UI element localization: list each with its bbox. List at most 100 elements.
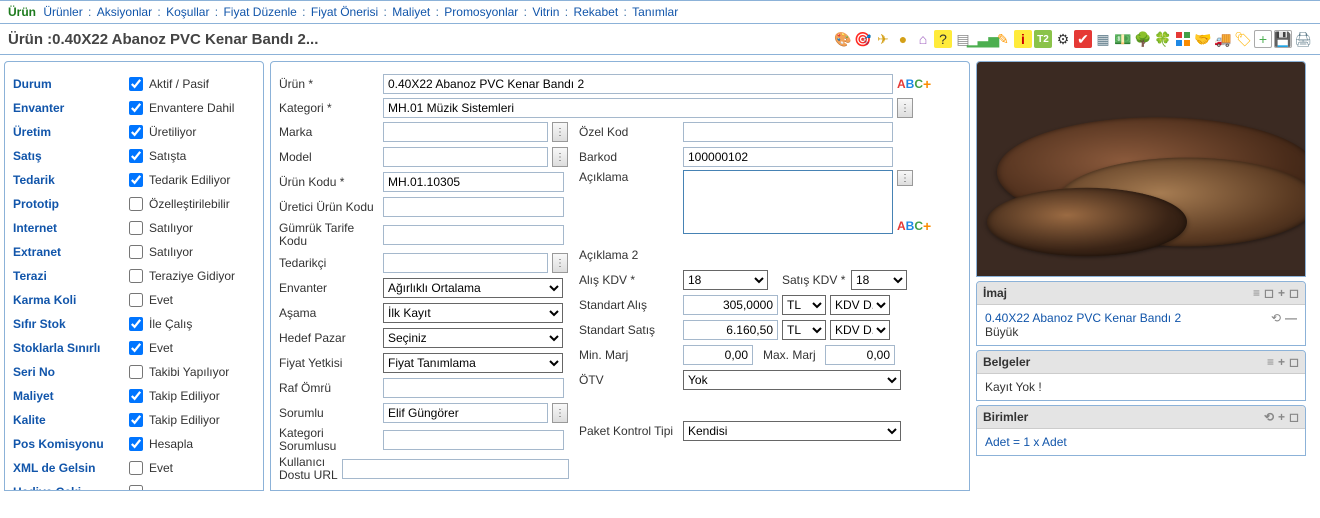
ozelkod-input[interactable] (683, 122, 893, 142)
tool-print-icon[interactable]: 🖨 (1294, 30, 1312, 48)
aciklama-expand-icon[interactable]: ⋮ (897, 170, 913, 186)
marka-lookup-icon[interactable]: ⋮ (552, 122, 568, 142)
std-satis-type-select[interactable]: KDV D. (830, 320, 890, 340)
urun-input[interactable] (383, 74, 893, 94)
tool-tree-icon[interactable]: 🌳 (1134, 30, 1152, 48)
left-label-2[interactable]: Üretim (13, 125, 123, 139)
left-label-6[interactable]: Internet (13, 221, 123, 235)
uretici-kodu-input[interactable] (383, 197, 564, 217)
std-alis-curr-select[interactable]: TL (782, 295, 826, 315)
belgeler-list-icon[interactable] (1267, 355, 1274, 369)
left-checkbox-0[interactable] (129, 77, 143, 91)
nav-urunler[interactable]: Ürünler (43, 5, 82, 19)
tool-save-icon[interactable]: 💾 (1274, 30, 1292, 48)
left-checkbox-15[interactable] (129, 437, 143, 451)
tool-leaf-icon[interactable]: 🍀 (1154, 30, 1172, 48)
tool-wand-icon[interactable]: ✎ (994, 30, 1012, 48)
sorumlu-lookup-icon[interactable]: ⋮ (552, 403, 568, 423)
left-checkbox-8[interactable] (129, 269, 143, 283)
imaj-refresh-icon[interactable] (1271, 311, 1281, 325)
left-checkbox-2[interactable] (129, 125, 143, 139)
kategori-input[interactable] (383, 98, 893, 118)
left-checkbox-4[interactable] (129, 173, 143, 187)
tool-lifebuoy-icon[interactable]: ⚙ (1054, 30, 1072, 48)
belgeler-plus-icon[interactable]: + (1278, 355, 1285, 369)
left-checkbox-17[interactable] (129, 485, 143, 491)
alis-kdv-select[interactable]: 18 (683, 270, 768, 290)
aciklama-textarea[interactable] (683, 170, 893, 234)
model-input[interactable] (383, 147, 548, 167)
url-input[interactable] (342, 459, 569, 479)
std-satis-input[interactable] (683, 320, 778, 340)
nav-aksiyonlar[interactable]: Aksiyonlar (97, 5, 152, 19)
left-checkbox-6[interactable] (129, 221, 143, 235)
left-checkbox-9[interactable] (129, 293, 143, 307)
tool-info-icon[interactable]: i (1014, 30, 1032, 48)
nav-fiyat-onerisi[interactable]: Fiyat Önerisi (311, 5, 378, 19)
left-label-17[interactable]: Hediye Çeki (13, 485, 123, 491)
tool-grid-icon[interactable] (1174, 30, 1192, 48)
nav-rekabet[interactable]: Rekabet (573, 5, 618, 19)
satis-kdv-select[interactable]: 18 (851, 270, 907, 290)
tool-help-icon[interactable]: ? (934, 30, 952, 48)
birimler-refresh-icon[interactable] (1264, 410, 1274, 424)
tedarikci-input[interactable] (383, 253, 548, 273)
left-checkbox-5[interactable] (129, 197, 143, 211)
abc-icon[interactable]: ABC+ (897, 76, 931, 92)
sorumlu-input[interactable] (383, 403, 548, 423)
left-label-5[interactable]: Prototip (13, 197, 123, 211)
left-label-0[interactable]: Durum (13, 77, 123, 91)
left-label-7[interactable]: Extranet (13, 245, 123, 259)
left-checkbox-12[interactable] (129, 365, 143, 379)
imaj-link[interactable]: 0.40X22 Abanoz PVC Kenar Bandı 2 (985, 311, 1181, 325)
tool-add-icon[interactable]: + (1254, 30, 1272, 48)
nav-urun[interactable]: Ürün (8, 5, 36, 19)
tool-palette-icon[interactable]: 🎨 (834, 30, 852, 48)
std-satis-curr-select[interactable]: TL (782, 320, 826, 340)
envanter-select[interactable]: Ağırlıklı Ortalama (383, 278, 563, 298)
left-label-4[interactable]: Tedarik (13, 173, 123, 187)
tool-check-icon[interactable]: ✔ (1074, 30, 1092, 48)
left-checkbox-16[interactable] (129, 461, 143, 475)
urun-kodu-input[interactable] (383, 172, 564, 192)
left-label-8[interactable]: Terazi (13, 269, 123, 283)
left-checkbox-7[interactable] (129, 245, 143, 259)
left-checkbox-14[interactable] (129, 413, 143, 427)
tool-truck-icon[interactable]: 🚚 (1214, 30, 1232, 48)
belgeler-box-icon[interactable] (1289, 355, 1299, 369)
marka-input[interactable] (383, 122, 548, 142)
left-checkbox-11[interactable] (129, 341, 143, 355)
tool-coin-icon[interactable]: ● (894, 30, 912, 48)
tool-tag-icon[interactable]: 🏷 (1234, 30, 1252, 48)
tedarikci-lookup-icon[interactable]: ⋮ (552, 253, 568, 273)
nav-kosullar[interactable]: Koşullar (166, 5, 209, 19)
tool-handshake-icon[interactable]: 🤝 (1194, 30, 1212, 48)
tool-money-icon[interactable]: 💵 (1114, 30, 1132, 48)
imaj-plus-icon[interactable]: + (1278, 286, 1285, 300)
tool-list-icon[interactable]: ▦ (1094, 30, 1112, 48)
model-lookup-icon[interactable]: ⋮ (552, 147, 568, 167)
nav-vitrin[interactable]: Vitrin (532, 5, 559, 19)
birimler-box-icon[interactable] (1289, 410, 1299, 424)
paket-select[interactable]: Kendisi (683, 421, 901, 441)
left-label-12[interactable]: Seri No (13, 365, 123, 379)
left-checkbox-1[interactable] (129, 101, 143, 115)
otv-select[interactable]: Yok (683, 370, 901, 390)
abc-icon-2[interactable]: ABC+ (897, 218, 931, 234)
nav-tanimlar[interactable]: Tanımlar (632, 5, 678, 19)
imaj-minus-icon[interactable] (1285, 311, 1297, 325)
yetki-select[interactable]: Fiyat Tanımlama (383, 353, 563, 373)
left-label-15[interactable]: Pos Komisyonu (13, 437, 123, 451)
min-marj-input[interactable] (683, 345, 753, 365)
tool-send-icon[interactable]: ✈ (874, 30, 892, 48)
max-marj-input[interactable] (825, 345, 895, 365)
left-checkbox-3[interactable] (129, 149, 143, 163)
std-alis-input[interactable] (683, 295, 778, 315)
left-label-10[interactable]: Sıfır Stok (13, 317, 123, 331)
imaj-box2-icon[interactable] (1289, 286, 1299, 300)
tool-chart-icon[interactable]: ▁▃▅ (974, 30, 992, 48)
left-label-1[interactable]: Envanter (13, 101, 123, 115)
imaj-list-icon[interactable] (1253, 286, 1260, 300)
hedef-select[interactable]: Seçiniz (383, 328, 563, 348)
kategori-lookup-icon[interactable]: ⋮ (897, 98, 913, 118)
